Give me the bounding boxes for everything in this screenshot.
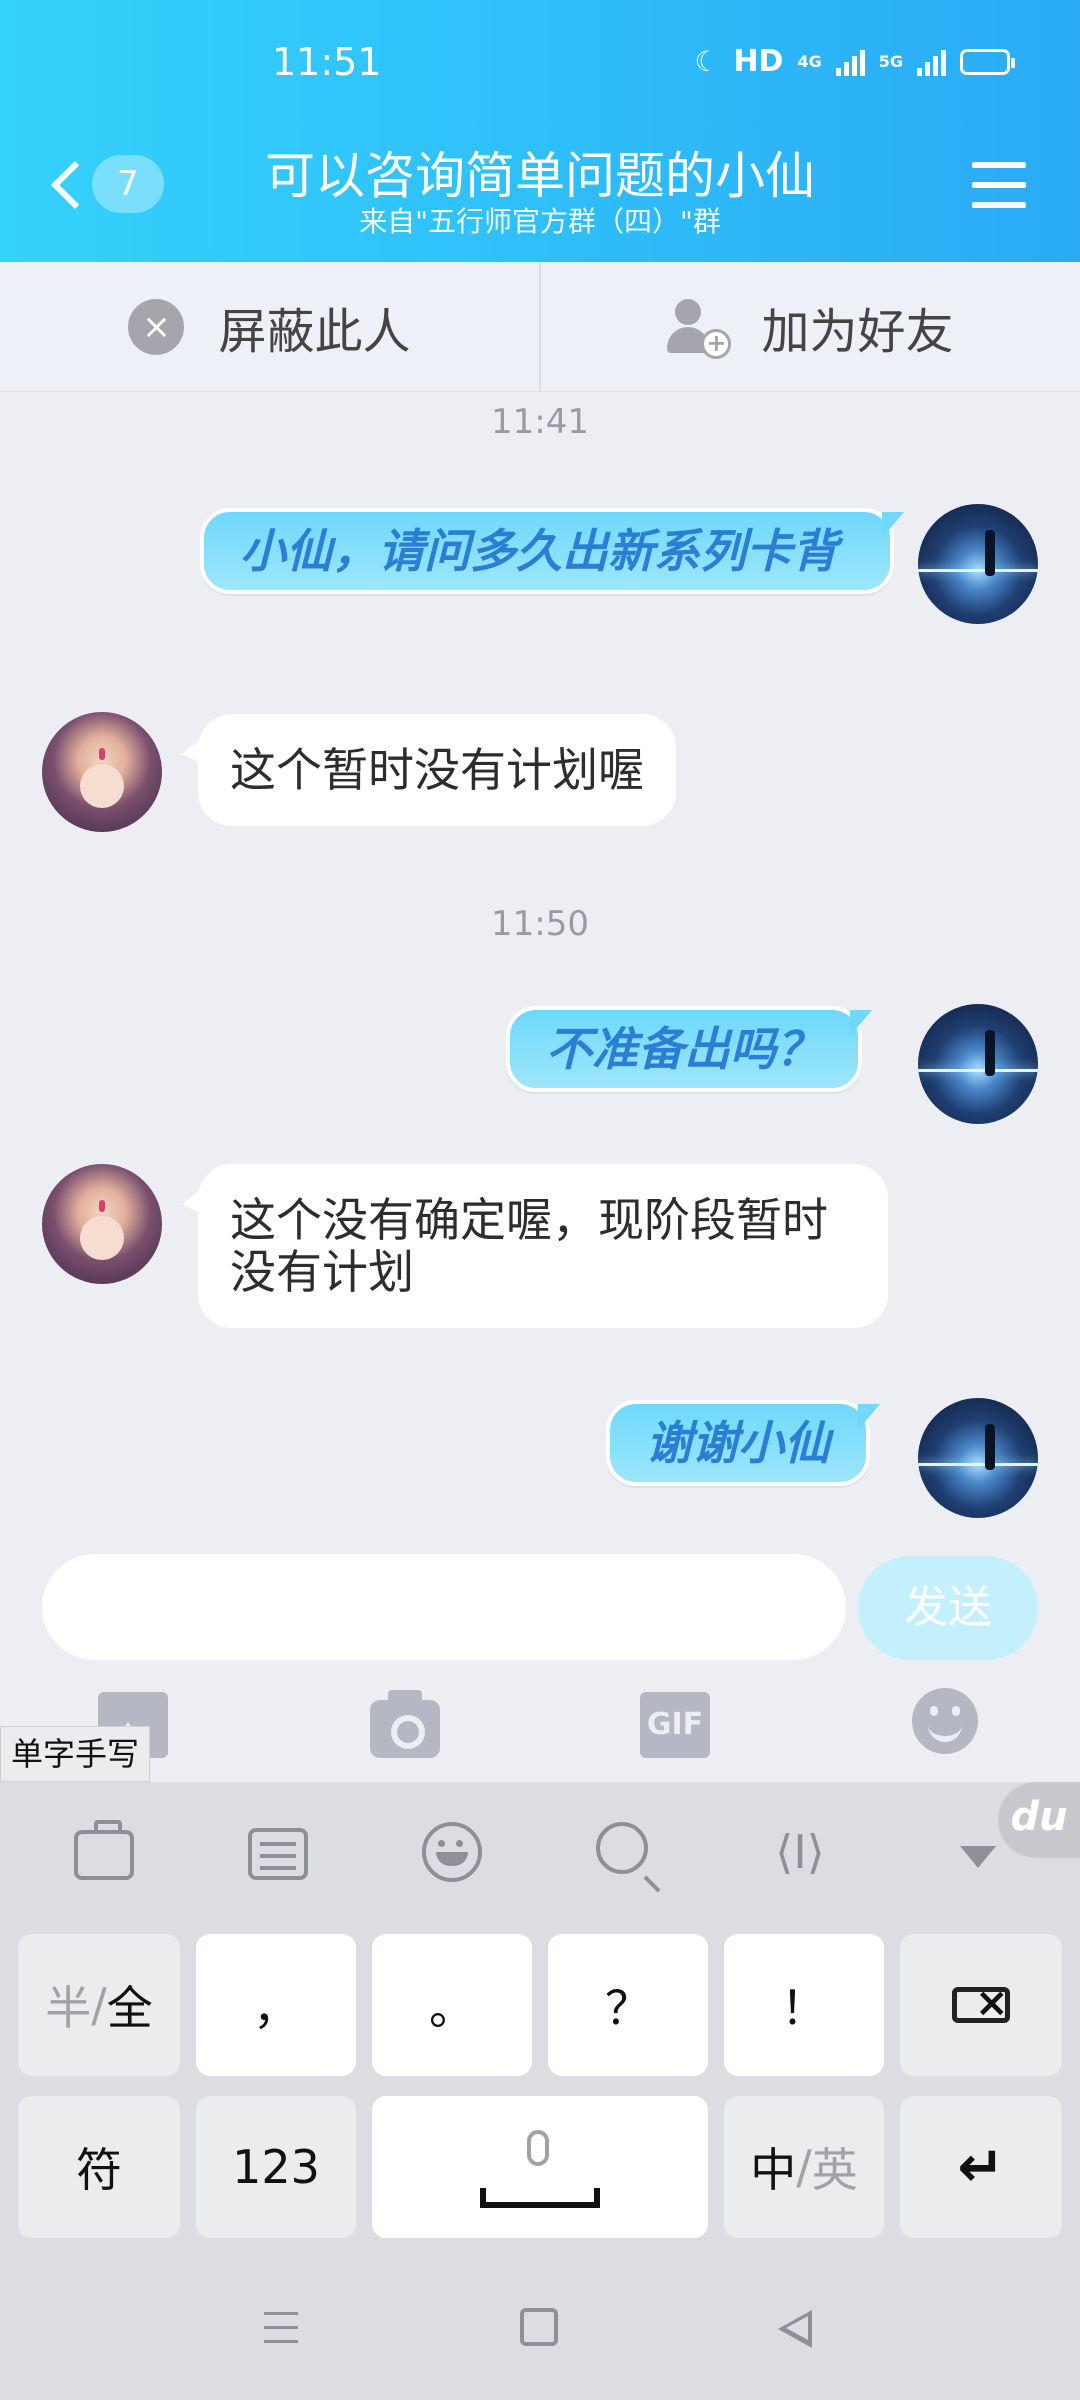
block-user-button[interactable]: × 屏蔽此人 (0, 262, 539, 391)
hd-indicator: HD (733, 44, 784, 79)
halfwidth-fullwidth-key[interactable]: 半 / 全 (18, 1934, 180, 2076)
language-switch-key[interactable]: 中 / 英 (724, 2096, 884, 2238)
back-triangle-icon[interactable] (774, 2308, 818, 2348)
incoming-message[interactable]: 这个没有确定喔，现阶段暂时没有计划 (182, 1164, 888, 1328)
moon-icon: ☾ (694, 45, 720, 78)
exclaim-key[interactable]: ！ (724, 1934, 884, 2076)
battery-icon (960, 48, 1015, 75)
status-time: 11:51 (272, 40, 382, 84)
block-icon: × (128, 298, 185, 355)
search-icon[interactable] (596, 1822, 648, 1874)
symbol-key[interactable]: 符 (18, 2096, 180, 2238)
handwriting-mode-tag[interactable]: 单字手写 (0, 1726, 151, 1782)
unread-count-badge: 7 (92, 155, 164, 213)
space-key[interactable] (372, 2096, 708, 2238)
block-user-label: 屏蔽此人 (218, 303, 411, 360)
camera-icon[interactable] (370, 1690, 440, 1758)
send-button[interactable]: 发送 (858, 1556, 1038, 1660)
menu-button[interactable] (972, 162, 1026, 208)
key-full-label: 全 (106, 1981, 153, 2035)
status-icons: ☾ HD 4G 5G (694, 44, 1015, 79)
home-icon[interactable] (520, 2308, 558, 2346)
add-friend-button[interactable]: + 加为好友 (539, 262, 1080, 391)
my-avatar[interactable] (918, 504, 1038, 624)
comma-key[interactable]: ， (196, 1934, 356, 2076)
question-key[interactable]: ？ (548, 1934, 708, 2076)
chat-title: 可以咨询简单问题的小仙 (265, 147, 815, 205)
network-5g-label: 5G (878, 51, 903, 71)
network-4g-label: 4G (797, 51, 822, 71)
key-half-label: 半 (45, 1981, 92, 2035)
microphone-icon (527, 2130, 549, 2166)
key-sep: / (796, 2140, 812, 2194)
contact-avatar[interactable] (42, 1164, 162, 1284)
keyboard-icon[interactable] (248, 1828, 308, 1880)
system-nav-bar (0, 2260, 1080, 2400)
signal-icon (917, 48, 946, 76)
composer: 发送 GIF (0, 1542, 1080, 1778)
contact-avatar[interactable] (42, 712, 162, 832)
hamburger-icon (972, 162, 1026, 168)
space-bar-icon (480, 2188, 600, 2208)
composer-toolbar: GIF (0, 1688, 1080, 1772)
add-friend-label: 加为好友 (761, 303, 954, 360)
enter-key[interactable]: ↵ (900, 2096, 1062, 2238)
message-timestamp: 11:50 (491, 904, 589, 944)
gif-icon[interactable]: GIF (640, 1692, 710, 1758)
key-en-label: 英 (811, 2143, 858, 2197)
recent-apps-icon[interactable] (260, 2308, 304, 2348)
cursor-move-icon[interactable]: ⟨I⟩ (770, 1822, 830, 1882)
add-friend-icon: + (667, 297, 732, 359)
message-input[interactable] (42, 1554, 846, 1660)
outgoing-message[interactable]: 谢谢小仙 (606, 1400, 880, 1486)
smiley-icon[interactable] (422, 1822, 482, 1882)
du-logo[interactable]: du (998, 1782, 1080, 1858)
outgoing-message[interactable]: 不准备出吗？ (506, 1006, 872, 1092)
number-key[interactable]: 123 (196, 2096, 356, 2238)
my-avatar[interactable] (918, 1398, 1038, 1518)
incoming-message[interactable]: 这个暂时没有计划喔 (182, 714, 676, 826)
backspace-key[interactable] (900, 1934, 1062, 2076)
message-list[interactable]: 11:41 小仙，请问多久出新系列卡背 这个暂时没有计划喔 11:50 不准备出… (0, 392, 1080, 1542)
keyboard-toolbar: ⟨I⟩ du (0, 1782, 1080, 1922)
my-avatar[interactable] (918, 1004, 1038, 1124)
stranger-action-bar: × 屏蔽此人 + 加为好友 (0, 262, 1080, 392)
chat-header: 11:51 ☾ HD 4G 5G 7 可以咨询简单问题的小仙 来自"五行师官方群… (0, 0, 1080, 262)
key-sep: / (91, 1978, 107, 2032)
message-timestamp: 11:41 (491, 402, 589, 442)
emoji-icon[interactable] (912, 1688, 978, 1754)
backspace-icon (952, 1980, 1010, 2026)
period-key[interactable]: 。 (372, 1934, 532, 2076)
chat-subtitle: 来自"五行师官方群（四）"群 (359, 205, 721, 238)
back-button[interactable]: 7 (46, 150, 166, 220)
briefcase-icon[interactable] (74, 1820, 134, 1880)
enter-icon: ↵ (957, 2134, 1005, 2200)
key-zh-label: 中 (750, 2143, 797, 2197)
outgoing-message[interactable]: 小仙，请问多久出新系列卡背 (200, 508, 904, 594)
signal-icon (835, 48, 865, 76)
